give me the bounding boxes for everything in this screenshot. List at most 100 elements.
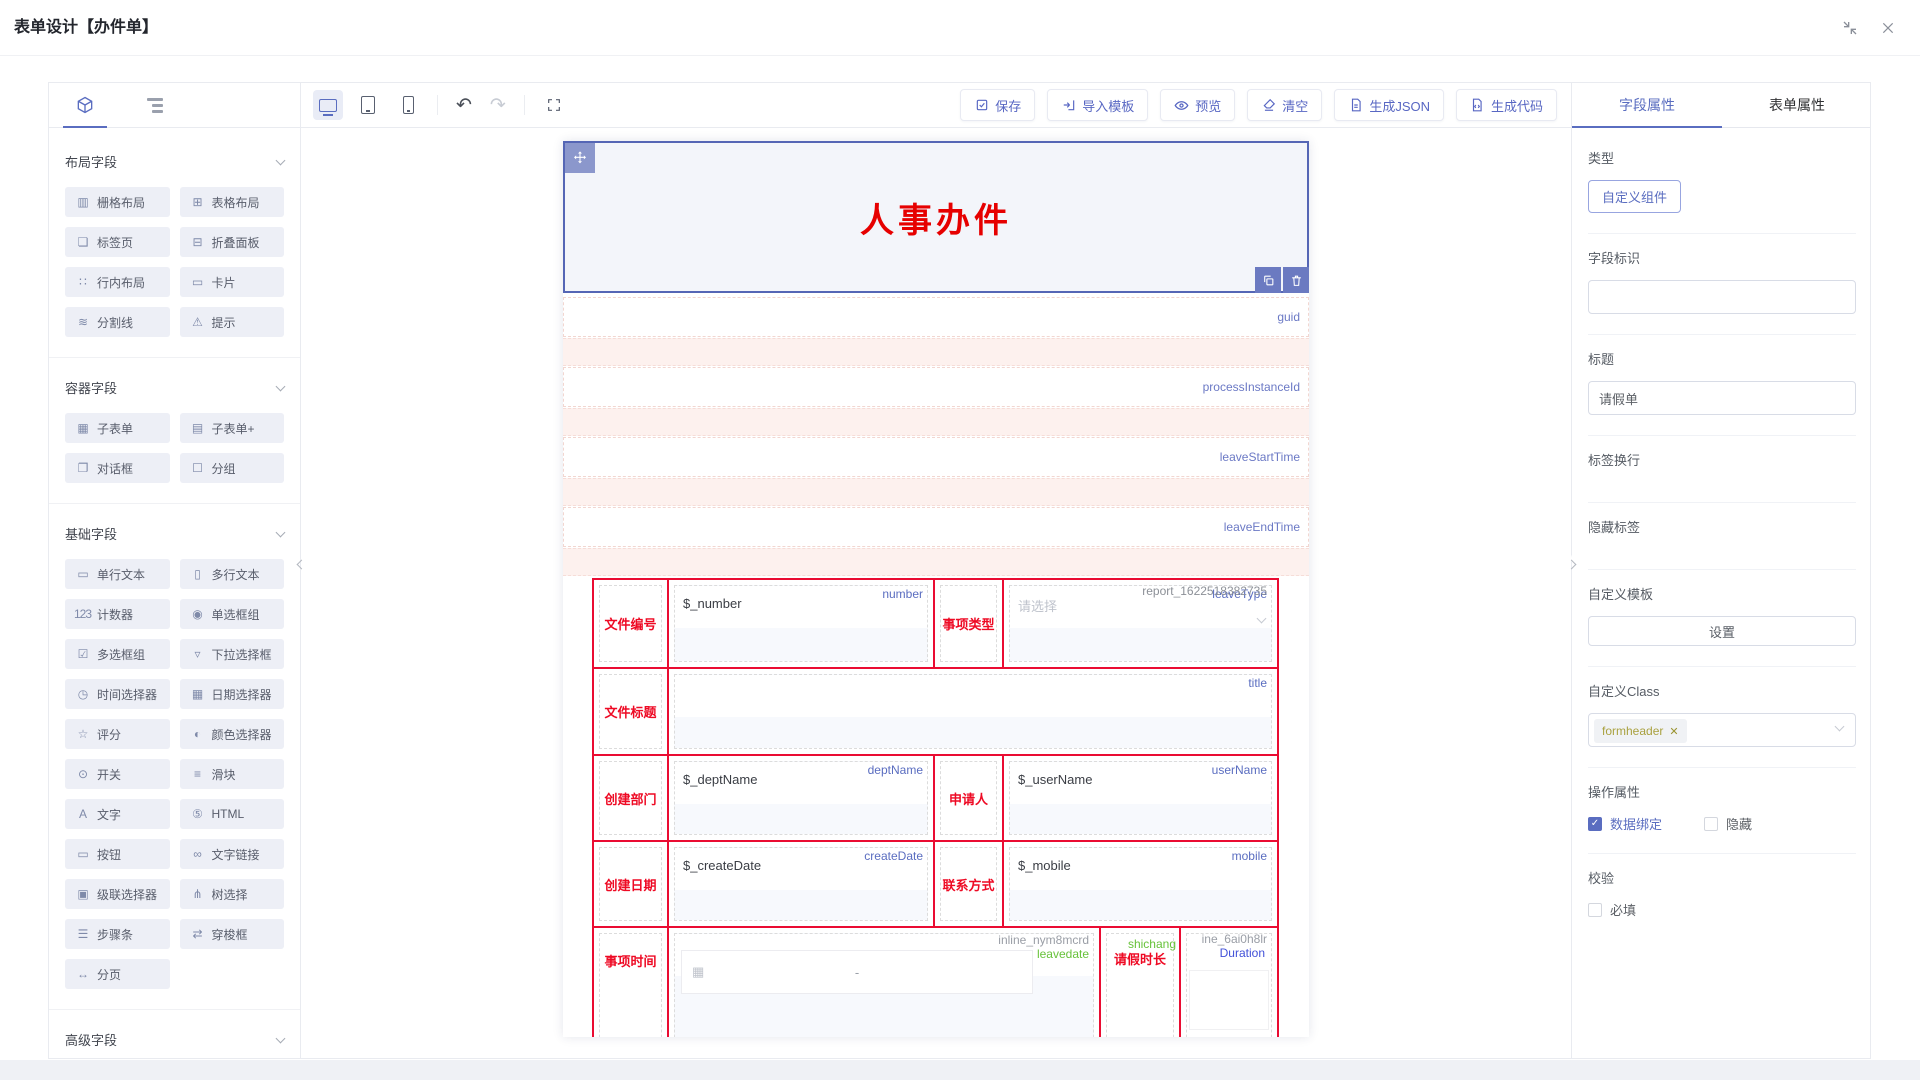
palette-item-select[interactable]: ▿下拉选择框: [180, 639, 285, 669]
remove-tag-icon[interactable]: ✕: [1669, 725, 1678, 738]
daterange-input[interactable]: ▦ -: [681, 950, 1033, 994]
palette-item-tabs[interactable]: ❏标签页: [65, 227, 170, 257]
palette-item-table-layout[interactable]: ⊞表格布局: [180, 187, 285, 217]
label-cell-contact[interactable]: 联系方式: [935, 842, 1002, 926]
inline-layout-icon: ∷: [74, 275, 91, 289]
palette-item-subform[interactable]: ▦子表单: [65, 413, 170, 443]
collapse-props-handle[interactable]: [1565, 553, 1577, 579]
delete-component-button[interactable]: [1283, 267, 1309, 293]
palette-item-steps[interactable]: ☰步骤条: [65, 919, 170, 949]
form-header-component-selected[interactable]: 人事办件: [563, 141, 1309, 293]
palette-item-switch[interactable]: ⊙开关: [65, 759, 170, 789]
redo-button[interactable]: ↷: [486, 96, 510, 115]
import-template-button[interactable]: 导入模板: [1047, 89, 1148, 121]
palette-item-date-picker[interactable]: ▦日期选择器: [180, 679, 285, 709]
duration-input[interactable]: [1189, 970, 1269, 1030]
palette-item-rate[interactable]: ☆评分: [65, 719, 170, 749]
label-cell-leave-duration[interactable]: 请假时长 shichang: [1101, 928, 1179, 1037]
save-button[interactable]: 保存: [960, 89, 1035, 121]
title-input[interactable]: [1588, 381, 1856, 415]
label-cell-file-number[interactable]: 文件编号: [594, 580, 667, 667]
field-cell-leavedate[interactable]: inline_nym8mcrd leavedate ▦ -: [669, 928, 1099, 1037]
field-cell-userName[interactable]: $_userNameuserName: [1004, 756, 1277, 840]
device-desktop-button[interactable]: [313, 90, 343, 120]
field-cell-deptName[interactable]: $_deptNamedeptName: [669, 756, 933, 840]
clear-button[interactable]: 清空: [1247, 89, 1322, 121]
hidden-field-leaveStartTime[interactable]: leaveStartTime: [563, 437, 1309, 477]
palette-item-inline-layout[interactable]: ∷行内布局: [65, 267, 170, 297]
label-cell-dept[interactable]: 创建部门: [594, 756, 667, 840]
type-tag[interactable]: 自定义组件: [1588, 180, 1681, 213]
palette-item-text-link[interactable]: ∞文字链接: [180, 839, 285, 869]
label-cell-create-date[interactable]: 创建日期: [594, 842, 667, 926]
chevron-down-icon: [276, 527, 286, 537]
palette-item-group[interactable]: ☐分组: [180, 453, 285, 483]
palette-item-checkbox-group[interactable]: ☑多选框组: [65, 639, 170, 669]
label-cell-file-title[interactable]: 文件标题: [594, 669, 667, 754]
generate-json-button[interactable]: 生成JSON: [1334, 89, 1444, 121]
palette-item-card[interactable]: ▭卡片: [180, 267, 285, 297]
designer-toolbar: ↶ ↷ 保存 导入模板 预览 清空 生成: [301, 83, 1571, 128]
label-cell-applicant[interactable]: 申请人: [935, 756, 1002, 840]
palette-item-counter[interactable]: 123计数器: [65, 599, 170, 629]
palette-item-single-line-text[interactable]: ▭单行文本: [65, 559, 170, 589]
code-file-icon: [1470, 98, 1485, 113]
palette-item-subform-plus[interactable]: ▤子表单+: [180, 413, 285, 443]
palette-item-divider[interactable]: ≋分割线: [65, 307, 170, 337]
device-tablet-button[interactable]: [353, 90, 383, 120]
hidden-checkbox[interactable]: 隐藏: [1704, 814, 1752, 833]
switch-icon: ⊙: [74, 767, 91, 781]
field-cell-createDate[interactable]: $_createDatecreateDate: [669, 842, 933, 926]
outline-tab[interactable]: [133, 83, 177, 127]
palette-item-dialog[interactable]: ❐对话框: [65, 453, 170, 483]
copy-component-button[interactable]: [1255, 267, 1281, 293]
fullscreen-button[interactable]: [539, 90, 569, 120]
components-tab[interactable]: [63, 83, 107, 127]
palette-item-transfer[interactable]: ⇄穿梭框: [180, 919, 285, 949]
palette-item-text[interactable]: A文字: [65, 799, 170, 829]
section-container-fields[interactable]: 容器字段: [65, 378, 284, 397]
multi-line-text-icon: ▯: [189, 567, 206, 581]
field-id-input[interactable]: [1588, 280, 1856, 314]
palette-item-button[interactable]: ▭按钮: [65, 839, 170, 869]
required-checkbox[interactable]: 必填: [1588, 900, 1636, 919]
table-row: 文件标题 title: [594, 669, 1277, 754]
undo-button[interactable]: ↶: [452, 96, 476, 115]
hidden-field-leaveEndTime[interactable]: leaveEndTime: [563, 507, 1309, 547]
palette-item-pagination[interactable]: ↔分页: [65, 959, 170, 989]
palette-item-multi-line-text[interactable]: ▯多行文本: [180, 559, 285, 589]
label-cell-matter-time[interactable]: 事项时间: [594, 928, 667, 1037]
section-basic-fields[interactable]: 基础字段: [65, 524, 284, 543]
section-advanced-fields[interactable]: 高级字段: [65, 1030, 284, 1049]
palette-item-time-picker[interactable]: ◷时间选择器: [65, 679, 170, 709]
palette-item-html[interactable]: ⑤HTML: [180, 799, 285, 829]
hidden-field-processInstanceId[interactable]: processInstanceId: [563, 367, 1309, 407]
preview-button[interactable]: 预览: [1160, 89, 1235, 121]
collapse-palette-handle[interactable]: [295, 553, 307, 579]
hidden-field-guid[interactable]: guid: [563, 297, 1309, 337]
palette-item-alert[interactable]: ⚠提示: [180, 307, 285, 337]
compress-icon[interactable]: [1842, 20, 1858, 36]
palette-item-slider[interactable]: ≡滑块: [180, 759, 285, 789]
template-settings-button[interactable]: 设置: [1588, 616, 1856, 646]
palette-item-cascader[interactable]: ▣级联选择器: [65, 879, 170, 909]
field-cell-number[interactable]: $_numbernumber: [669, 580, 933, 667]
design-canvas[interactable]: 人事办件 guid processInstanceId leaveStartTi…: [301, 128, 1571, 1059]
tab-form-properties[interactable]: 表单属性: [1722, 83, 1871, 127]
device-mobile-button[interactable]: [393, 90, 423, 120]
field-cell-duration[interactable]: ine_6ai0h8lr Duration: [1181, 928, 1277, 1037]
palette-item-grid-layout[interactable]: ▥栅格布局: [65, 187, 170, 217]
palette-item-collapse-panel[interactable]: ⊟折叠面板: [180, 227, 285, 257]
tab-field-properties[interactable]: 字段属性: [1572, 83, 1722, 127]
field-cell-title[interactable]: title: [669, 669, 1277, 754]
palette-item-radio-group[interactable]: ◉单选框组: [180, 599, 285, 629]
palette-item-color-picker[interactable]: ◐颜色选择器: [180, 719, 285, 749]
custom-class-select[interactable]: formheader✕: [1588, 713, 1856, 747]
close-icon[interactable]: [1880, 20, 1896, 36]
label-cell-leave-type[interactable]: 事项类型: [935, 580, 1002, 667]
field-cell-mobile[interactable]: $_mobilemobile: [1004, 842, 1277, 926]
data-binding-checkbox[interactable]: ✓数据绑定: [1588, 814, 1662, 833]
generate-code-button[interactable]: 生成代码: [1456, 89, 1557, 121]
palette-item-tree-select[interactable]: ⋔树选择: [180, 879, 285, 909]
section-layout-fields[interactable]: 布局字段: [65, 152, 284, 171]
